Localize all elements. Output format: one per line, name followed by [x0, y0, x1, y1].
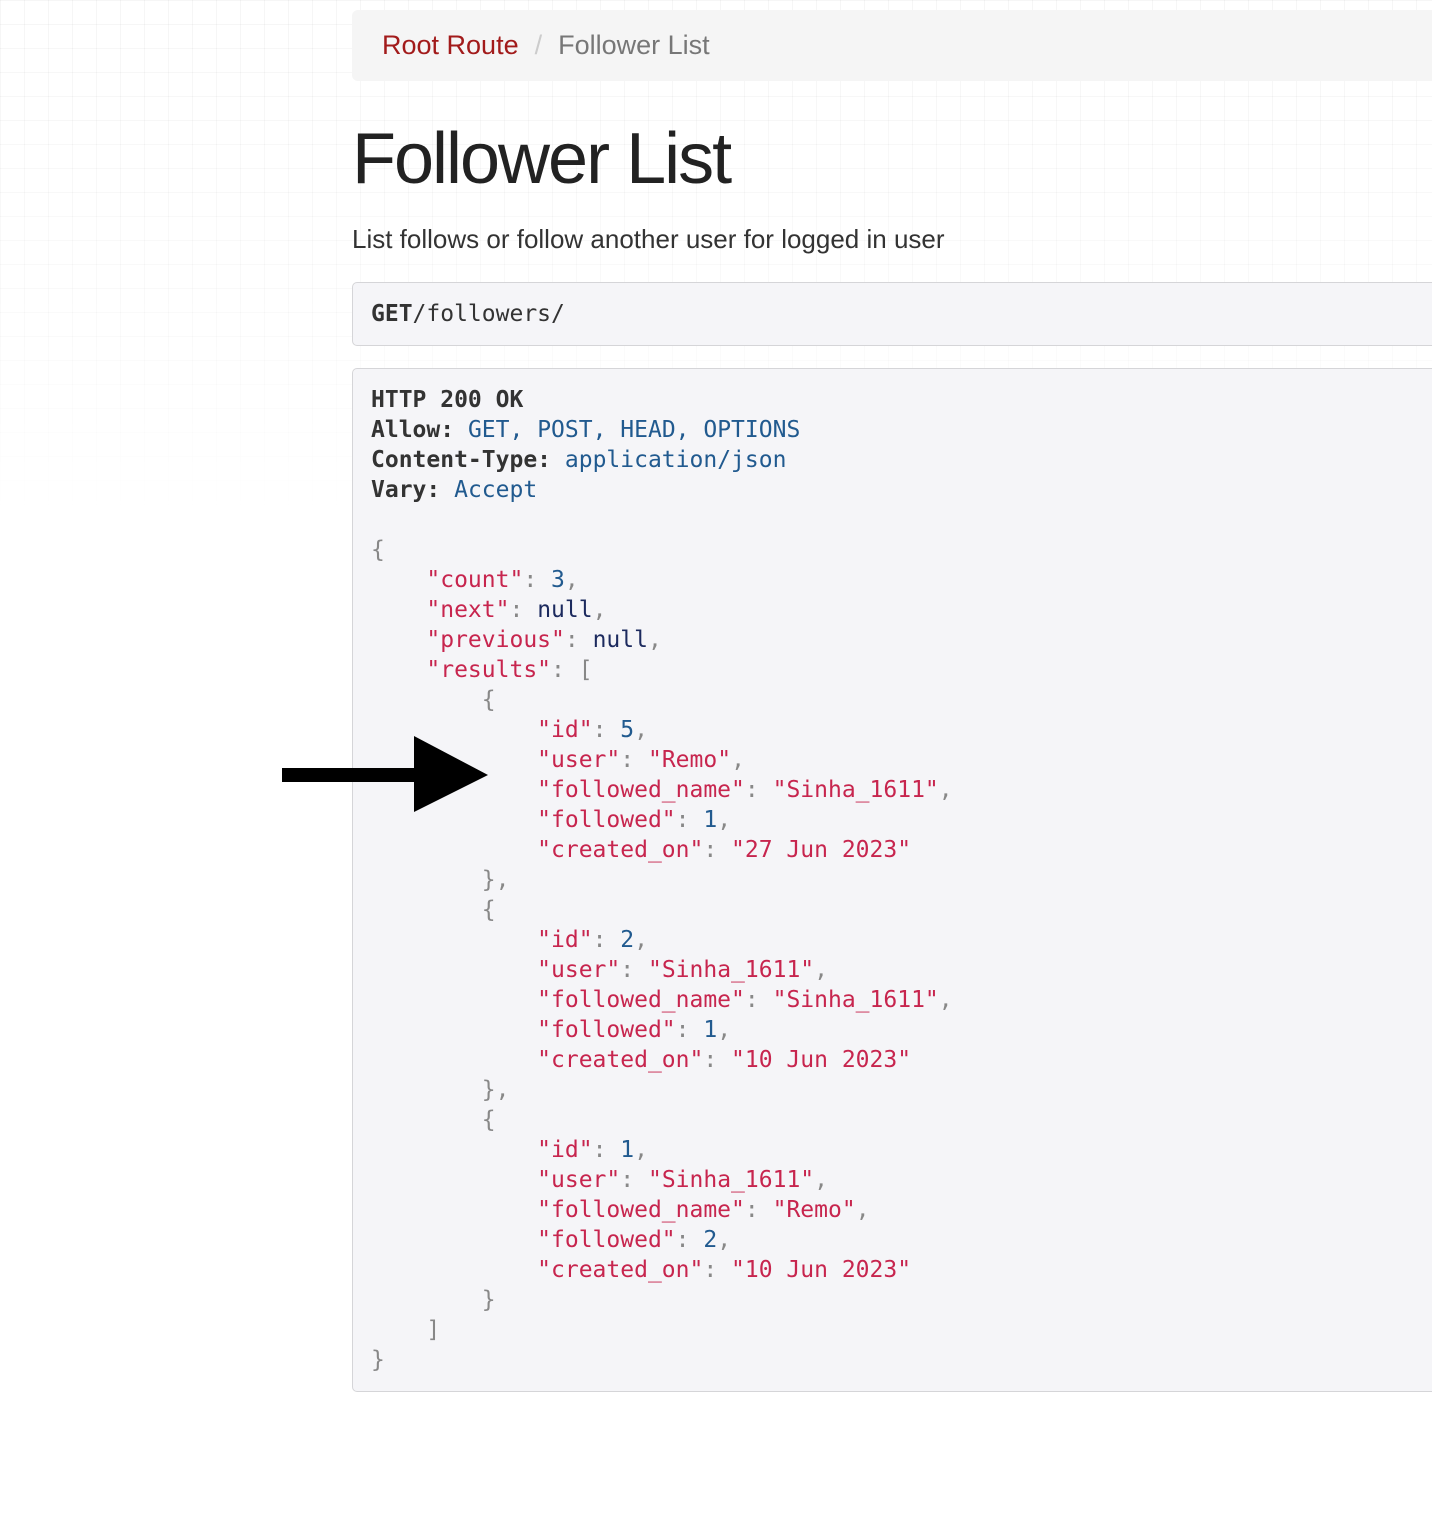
json-key: "results": [426, 657, 552, 683]
breadcrumb: Root Route / Follower List: [352, 10, 1432, 81]
json-value: 5: [620, 717, 635, 743]
response-header-key: Allow:: [371, 417, 455, 443]
json-line: "created_on": "27 Jun 2023": [537, 837, 912, 863]
json-key: "user": [537, 1167, 621, 1193]
json-line: "user": "Sinha_1611",: [537, 1167, 828, 1193]
json-key: "created_on": [537, 1047, 704, 1073]
response-status: HTTP 200 OK: [371, 387, 524, 413]
response-info: HTTP 200 OK Allow: GET, POST, HEAD, OPTIO…: [352, 368, 1432, 1392]
json-value: "Sinha_1611": [772, 777, 939, 803]
page-description: List follows or follow another user for …: [352, 224, 945, 254]
json-value: "Remo": [772, 1197, 856, 1223]
json-key: "user": [537, 957, 621, 983]
json-key: "created_on": [537, 837, 704, 863]
response-header-row: Content-Type: application/json: [371, 445, 1432, 475]
json-key: "previous": [426, 627, 565, 653]
request-path: /followers/: [412, 301, 565, 327]
json-value: "Sinha_1611": [772, 987, 939, 1013]
json-key: "id": [537, 717, 593, 743]
json-line: "created_on": "10 Jun 2023": [537, 1257, 912, 1283]
json-line: }: [481, 1287, 496, 1313]
json-line: "id": 1,: [537, 1137, 648, 1163]
response-header-value: Accept: [454, 477, 538, 503]
json-key: "user": [537, 747, 621, 773]
json-value: 1: [703, 807, 718, 833]
breadcrumb-current: Follower List: [558, 30, 710, 60]
json-key: "followed": [537, 807, 676, 833]
json-value: "Remo": [647, 747, 732, 773]
json-line: "followed_name": "Remo",: [537, 1197, 870, 1223]
breadcrumb-root-link[interactable]: Root Route: [382, 30, 519, 61]
json-value: "Sinha_1611": [647, 1167, 815, 1193]
json-line: "user": "Sinha_1611",: [537, 957, 828, 983]
json-value: "10 Jun 2023": [731, 1257, 912, 1283]
json-line: }: [371, 1347, 385, 1373]
json-value: 1: [703, 1017, 718, 1043]
json-line: "followed": 2,: [537, 1227, 732, 1253]
json-line: {: [371, 537, 385, 563]
json-value: 1: [620, 1137, 635, 1163]
json-key: "id": [537, 927, 593, 953]
json-line: },: [481, 867, 510, 893]
json-line: {: [481, 1107, 496, 1133]
json-value: "Sinha_1611": [647, 957, 815, 983]
json-key: "followed_name": [537, 987, 745, 1013]
json-value: 2: [620, 927, 635, 953]
response-header-key: Vary:: [371, 477, 441, 503]
json-key: "created_on": [537, 1257, 704, 1283]
json-line: "id": 2,: [537, 927, 648, 953]
json-line: "followed_name": "Sinha_1611",: [537, 987, 953, 1013]
json-line: "followed": 1,: [537, 807, 732, 833]
json-key: "followed_name": [537, 1197, 745, 1223]
json-line: "id": 5,: [537, 717, 648, 743]
json-line: "created_on": "10 Jun 2023": [537, 1047, 912, 1073]
request-method: GET: [371, 301, 413, 327]
json-line: "user": "Remo",: [537, 747, 745, 773]
response-header-value: application/json: [564, 447, 787, 473]
json-key: "followed_name": [537, 777, 745, 803]
json-line: {: [481, 897, 496, 923]
response-header-key: Content-Type:: [371, 447, 552, 473]
json-value: "10 Jun 2023": [731, 1047, 912, 1073]
response-header-row: Allow: GET, POST, HEAD, OPTIONS: [371, 415, 1432, 445]
json-key: "followed": [537, 1017, 676, 1043]
json-line: "count": 3,: [426, 567, 579, 593]
json-value: "27 Jun 2023": [731, 837, 912, 863]
json-line: ]: [426, 1317, 441, 1343]
response-status-line: HTTP 200 OK: [371, 385, 1432, 415]
json-key: "followed": [537, 1227, 676, 1253]
breadcrumb-separator: /: [534, 30, 543, 60]
json-line: },: [481, 1077, 510, 1103]
page-title: Follower List: [352, 119, 732, 199]
json-line: "followed_name": "Sinha_1611",: [537, 777, 953, 803]
json-line: "followed": 1,: [537, 1017, 732, 1043]
json-key: "next": [426, 597, 510, 623]
json-line: {: [481, 687, 496, 713]
json-value: 2: [703, 1227, 718, 1253]
json-line: "results": [: [426, 657, 593, 683]
request-info: GET /followers/: [352, 282, 1432, 346]
json-value: null: [592, 627, 648, 653]
json-line: "next": null,: [426, 597, 607, 623]
json-value: 3: [551, 567, 565, 593]
response-header-row: Vary: Accept: [371, 475, 1432, 505]
json-key: "count": [426, 567, 524, 593]
response-header-value: GET, POST, HEAD, OPTIONS: [467, 417, 801, 443]
json-line: "previous": null,: [426, 627, 662, 653]
json-key: "id": [537, 1137, 593, 1163]
json-value: null: [537, 597, 593, 623]
right-arrow-icon: [282, 736, 488, 812]
